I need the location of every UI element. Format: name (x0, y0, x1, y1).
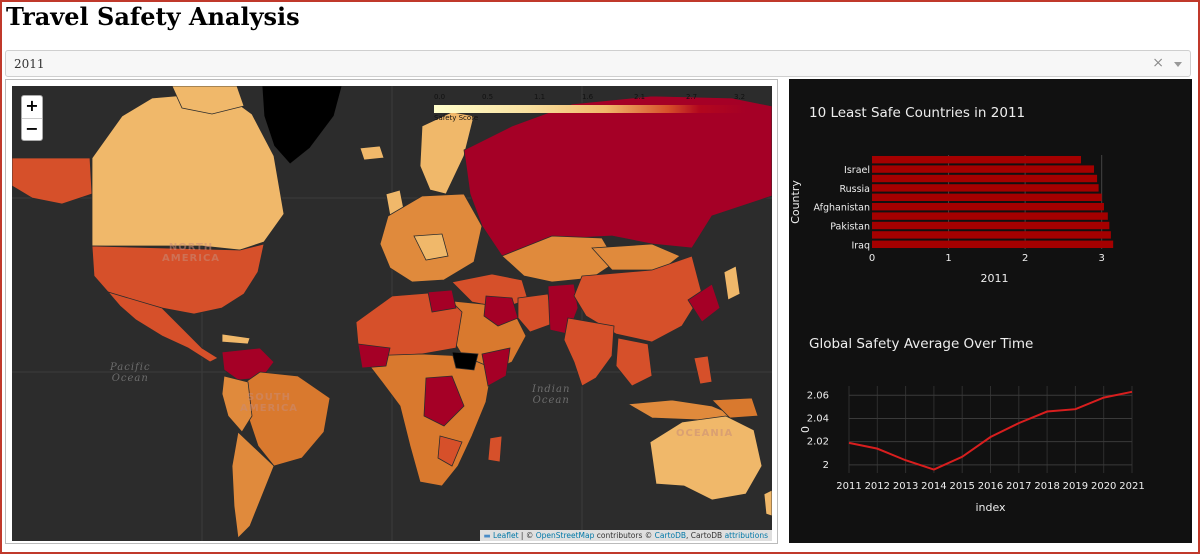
line-x-tick: 2013 (893, 481, 918, 492)
line-x-tick: 2018 (1034, 481, 1059, 492)
greenland (261, 86, 343, 165)
bar (872, 231, 1111, 239)
leaflet-link[interactable]: Leaflet (493, 531, 519, 540)
charts-svg: 10 Least Safe Countries in 2011 0 1 2 3 Iraq P… (789, 105, 1145, 514)
attribution-text: , CartoDB (686, 531, 725, 540)
charts-panel: 10 Least Safe Countries in 2011 0 1 2 3 Iraq P… (789, 79, 1192, 543)
legend-tick: 3.2 (734, 93, 746, 101)
line-x-tick: 2012 (865, 481, 890, 492)
line-x-tick: 2016 (978, 481, 1003, 492)
label-south-america: SOUTH AMERICA (240, 392, 299, 414)
attributions-link[interactable]: attributions (725, 531, 768, 540)
bar-x-axis-label: 2011 (981, 272, 1009, 285)
bar (872, 240, 1114, 248)
bar-y-tick: Afghanistan (813, 203, 870, 214)
map-legend: 0.0 0.5 1.1 1.6 2.1 2.7 3.2 Safety Score (434, 93, 746, 123)
bar (872, 193, 1102, 201)
line-x-axis-label: index (975, 501, 1006, 514)
bar-x-tick: 0 (869, 253, 875, 264)
bar-x-tick: 3 (1099, 253, 1105, 264)
line-y-tick: 2.02 (807, 437, 829, 448)
bar-y-tick: Israel (844, 165, 870, 176)
year-dropdown[interactable]: 2011 × (5, 50, 1191, 77)
line-x-tick: 2020 (1091, 481, 1116, 492)
africa-central (361, 353, 493, 487)
choropleth-layer (12, 86, 772, 541)
legend-tick: 2.1 (634, 93, 646, 101)
canada (91, 91, 285, 251)
line-x-tick: 2017 (1006, 481, 1031, 492)
map-panel: + − 0.0 0.5 1.1 1.6 2.1 2.7 3.2 Safety S… (5, 79, 778, 544)
bar (872, 203, 1104, 211)
legend-tick: 2.7 (686, 93, 698, 101)
flag-icon: ▬ (483, 531, 491, 540)
bar-y-axis-label: Country (789, 180, 802, 224)
bar-y-tick: Russia (839, 184, 870, 195)
zoom-control: + − (21, 95, 43, 141)
attribution-text: contributors © (594, 531, 655, 540)
legend-caption: Safety Score (434, 114, 479, 122)
bar-y-tick: Iraq (851, 240, 870, 251)
bar (872, 165, 1095, 173)
chevron-down-icon[interactable] (1174, 62, 1182, 67)
map-attribution: ▬ Leaflet | © OpenStreetMap contributors… (479, 530, 772, 541)
bar (872, 221, 1110, 230)
label-indian-ocean: Indian Ocean (532, 384, 571, 406)
zoom-out-button[interactable]: − (22, 118, 42, 140)
label-pacific-ocean: Pacific Ocean (110, 362, 151, 384)
alaska (12, 157, 93, 205)
line-x-tick: 2021 (1119, 481, 1144, 492)
bar (872, 212, 1108, 220)
bar-y-tick: Pakistan (830, 222, 870, 233)
line-y-tick: 2.04 (807, 413, 829, 424)
legend-tick: 0.0 (434, 93, 446, 101)
legend-tick: 1.1 (534, 93, 546, 101)
label-oceania: OCEANIA (676, 428, 734, 439)
india (563, 317, 615, 387)
line-y-tick: 2 (823, 460, 829, 471)
page-title: Travel Safety Analysis (6, 2, 300, 31)
line-chart-title: Global Safety Average Over Time (809, 336, 1033, 352)
clear-icon[interactable]: × (1152, 55, 1164, 71)
line-x-tick: 2015 (949, 481, 974, 492)
legend-color-bar (434, 105, 746, 113)
year-dropdown-value: 2011 (14, 57, 45, 71)
legend-ticks: 0.0 0.5 1.1 1.6 2.1 2.7 3.2 (434, 93, 746, 103)
bar-x-tick: 1 (945, 253, 951, 264)
line-y-tick: 2.06 (807, 390, 829, 401)
line-x-tick: 2014 (921, 481, 946, 492)
line-x-tick: 2011 (836, 481, 861, 492)
bar-chart-title: 10 Least Safe Countries in 2011 (809, 105, 1025, 121)
bar-x-tick: 2 (1022, 253, 1028, 264)
legend-tick: 0.5 (482, 93, 494, 101)
attribution-text: | © (518, 531, 536, 540)
legend-tick: 1.6 (582, 93, 594, 101)
bar (872, 156, 1082, 164)
zoom-in-button[interactable]: + (22, 96, 42, 118)
label-north-america: NORTH AMERICA (162, 242, 221, 264)
line-y-axis-label: 0 (799, 426, 812, 433)
cartodb-link[interactable]: CartoDB (655, 531, 686, 540)
osm-link[interactable]: OpenStreetMap (536, 531, 595, 540)
bar (872, 184, 1099, 192)
world-map[interactable]: + − 0.0 0.5 1.1 1.6 2.1 2.7 3.2 Safety S… (12, 86, 772, 541)
bar (872, 174, 1098, 183)
line-x-tick: 2019 (1063, 481, 1088, 492)
